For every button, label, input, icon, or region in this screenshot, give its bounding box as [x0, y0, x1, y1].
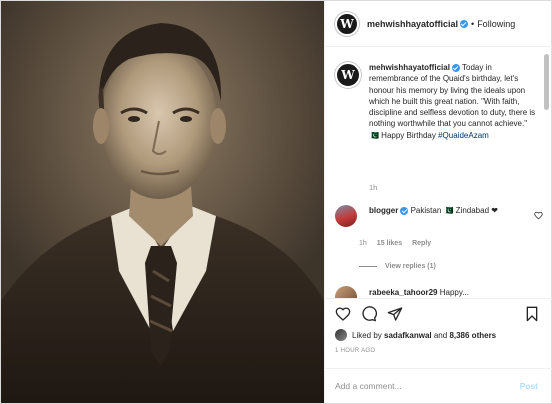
comment-likes[interactable]: 15 likes: [377, 240, 402, 247]
commenter-avatar[interactable]: [335, 205, 357, 227]
likes-connector: and: [433, 330, 448, 340]
comment-item: blogger Pakistan 🇵🇰 Zindabad ❤: [335, 205, 545, 227]
caption-avatar[interactable]: W: [335, 62, 361, 88]
comment-text: blogger Pakistan 🇵🇰 Zindabad ❤: [369, 205, 509, 227]
verified-icon: [460, 20, 469, 29]
comment-time: 1h: [359, 240, 367, 247]
caption-time: 1h: [369, 183, 378, 192]
post-side-panel: W mehwishhayatofficial • Following W meh…: [324, 1, 552, 403]
post-caption: W mehwishhayatofficial Today in remembra…: [335, 62, 540, 141]
liker-avatar[interactable]: [335, 329, 347, 341]
likes-summary: Liked by sadafkanwal and 8,386 others: [335, 329, 496, 341]
author-username[interactable]: mehwishhayatofficial: [367, 19, 469, 29]
follow-status-button[interactable]: Following: [477, 19, 515, 29]
header-separator: •: [471, 18, 475, 29]
comment-meta: 1h 15 likes Reply: [359, 240, 431, 247]
commenter-avatar[interactable]: [335, 286, 357, 298]
action-bar: [325, 298, 552, 330]
heart-icon[interactable]: [335, 306, 351, 322]
comment-item: rabeeka_tahoor29 Happy...: [335, 286, 469, 298]
replies-divider: [359, 266, 377, 267]
instagram-post: W mehwishhayatofficial • Following W meh…: [0, 0, 552, 404]
comments-scroll-area[interactable]: W mehwishhayatofficial Today in remembra…: [325, 48, 552, 298]
comments-scrollbar[interactable]: [544, 54, 549, 110]
likes-count[interactable]: 8,386 others: [449, 331, 496, 340]
add-comment-bar: Post: [325, 368, 552, 403]
post-comment-button[interactable]: Post: [520, 381, 538, 391]
comment-input[interactable]: [335, 381, 505, 391]
view-replies-button[interactable]: View replies (1): [359, 263, 436, 270]
post-header: W mehwishhayatofficial • Following: [325, 1, 552, 47]
verified-icon: [451, 63, 460, 72]
caption-text: mehwishhayatofficial Today in remembranc…: [369, 62, 539, 141]
reply-button[interactable]: Reply: [412, 240, 431, 247]
bookmark-icon[interactable]: [524, 306, 540, 322]
comment-like-heart-icon[interactable]: [534, 211, 543, 220]
author-avatar[interactable]: W: [335, 11, 359, 36]
caption-username[interactable]: mehwishhayatofficial: [369, 63, 450, 72]
likes-prefix: Liked by: [352, 330, 382, 340]
portrait-image: [1, 23, 324, 403]
hashtag-link[interactable]: #QuaideAzam: [438, 131, 489, 140]
view-replies-label: View replies (1): [385, 263, 436, 270]
liker-username[interactable]: sadafkanwal: [384, 331, 432, 340]
caption-body: Today in remembrance of the Quaid's birt…: [369, 63, 536, 140]
share-icon[interactable]: [387, 306, 403, 322]
comment-body: Pakistan 🇵🇰 Zindabad ❤: [410, 206, 498, 215]
commenter-username[interactable]: blogger: [369, 206, 398, 215]
post-photo[interactable]: [1, 1, 324, 403]
comment-icon[interactable]: [361, 306, 377, 322]
post-timestamp: 1 HOUR AGO: [335, 348, 376, 354]
verified-icon: [400, 206, 409, 215]
commenter-username[interactable]: rabeeka_tahoor29 Happy...: [369, 288, 469, 298]
